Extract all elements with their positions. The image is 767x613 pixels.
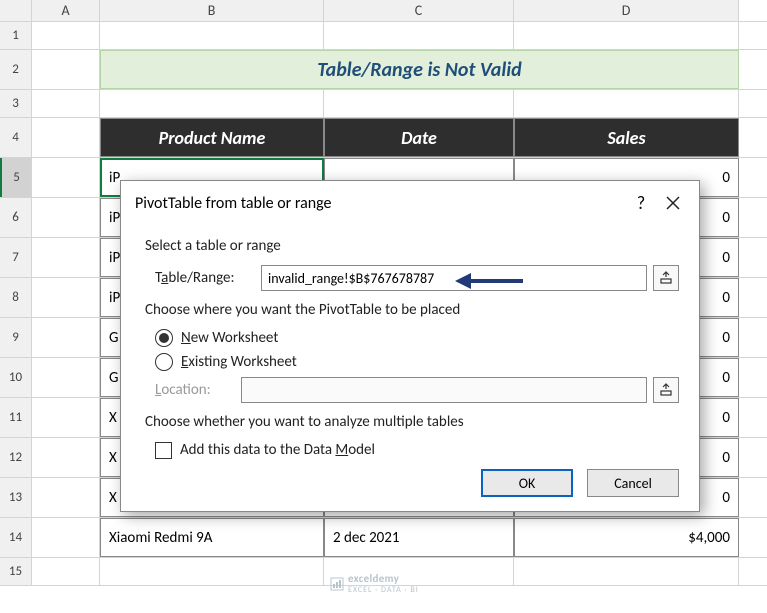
row-header-5[interactable]: 5	[0, 158, 32, 197]
cell-C3[interactable]	[324, 90, 514, 117]
cell-A4[interactable]	[32, 118, 100, 157]
section-analyze: Choose whether you want to analyze multi…	[145, 413, 679, 431]
help-button[interactable]: ?	[625, 189, 657, 217]
cell-C14[interactable]: 2 dec 2021	[324, 518, 514, 557]
cell-B3[interactable]	[100, 90, 324, 117]
arrow-icon	[455, 270, 525, 292]
row-header-6[interactable]: 6	[0, 198, 32, 237]
row-3: 3	[0, 90, 767, 118]
radio-new-worksheet-label: New Worksheet	[181, 329, 278, 347]
checkbox-icon	[155, 442, 172, 459]
header-product[interactable]: Product Name	[100, 118, 324, 157]
cell-A5[interactable]	[32, 158, 100, 197]
radio-icon	[155, 329, 173, 347]
header-sales[interactable]: Sales	[514, 118, 739, 157]
cell-B15[interactable]	[100, 558, 324, 585]
cell-A2[interactable]	[32, 50, 100, 89]
header-date[interactable]: Date	[324, 118, 514, 157]
watermark: exceldemy EXCEL · DATA · BI	[330, 572, 419, 595]
cell-D15[interactable]	[514, 558, 739, 585]
row-header-1[interactable]: 1	[0, 22, 32, 49]
cell-A8[interactable]	[32, 278, 100, 317]
cell-B14[interactable]: Xiaomi Redmi 9A	[100, 518, 324, 557]
cell-A10[interactable]	[32, 358, 100, 397]
col-header-C[interactable]: C	[324, 0, 514, 21]
cell-D1[interactable]	[514, 22, 739, 49]
row-header-13[interactable]: 13	[0, 478, 32, 517]
row-header-10[interactable]: 10	[0, 358, 32, 397]
row-header-2[interactable]: 2	[0, 50, 32, 89]
collapse-range-button[interactable]	[653, 265, 679, 291]
col-header-D[interactable]: D	[514, 0, 739, 21]
table-range-label: Table/Range:	[155, 269, 255, 287]
location-input	[241, 377, 647, 403]
row-header-15[interactable]: 15	[0, 558, 32, 585]
cell-A7[interactable]	[32, 238, 100, 277]
cancel-button[interactable]: Cancel	[587, 469, 679, 497]
radio-existing-worksheet-label: Existing Worksheet	[181, 353, 297, 371]
radio-new-worksheet[interactable]: New Worksheet	[155, 329, 679, 347]
cell-C1[interactable]	[324, 22, 514, 49]
col-header-A[interactable]: A	[32, 0, 100, 21]
row-4: 4 Product Name Date Sales	[0, 118, 767, 158]
title-banner[interactable]: Table/Range is Not Valid	[100, 50, 739, 89]
ok-button[interactable]: OK	[481, 469, 573, 497]
range-selector-icon	[659, 383, 673, 397]
cell-A3[interactable]	[32, 90, 100, 117]
row-header-8[interactable]: 8	[0, 278, 32, 317]
collapse-location-button[interactable]	[653, 377, 679, 403]
close-button[interactable]	[657, 189, 689, 217]
row-header-14[interactable]: 14	[0, 518, 32, 557]
cell-A13[interactable]	[32, 478, 100, 517]
watermark-brand: exceldemy	[348, 572, 419, 585]
row-header-9[interactable]: 9	[0, 318, 32, 357]
row-2: 2 Table/Range is Not Valid	[0, 50, 767, 90]
col-header-B[interactable]: B	[100, 0, 324, 21]
watermark-tagline: EXCEL · DATA · BI	[348, 585, 419, 595]
radio-icon	[155, 353, 173, 371]
logo-icon	[330, 577, 344, 591]
checkbox-data-model[interactable]: Add this data to the Data Model	[155, 441, 679, 459]
cell-D14[interactable]: $4,000	[514, 518, 739, 557]
cell-A15[interactable]	[32, 558, 100, 585]
cell-A1[interactable]	[32, 22, 100, 49]
range-selector-icon	[659, 271, 673, 285]
select-all-corner[interactable]	[0, 0, 32, 21]
cell-A11[interactable]	[32, 398, 100, 437]
cell-A9[interactable]	[32, 318, 100, 357]
close-icon	[666, 196, 680, 210]
cell-A6[interactable]	[32, 198, 100, 237]
cell-D3[interactable]	[514, 90, 739, 117]
cell-A12[interactable]	[32, 438, 100, 477]
row-14: 14 Xiaomi Redmi 9A 2 dec 2021 $4,000	[0, 518, 767, 558]
dialog-titlebar[interactable]: PivotTable from table or range ?	[121, 181, 699, 225]
row-header-12[interactable]: 12	[0, 438, 32, 477]
row-header-7[interactable]: 7	[0, 238, 32, 277]
column-headers-row: A B C D	[0, 0, 767, 22]
checkbox-data-model-label: Add this data to the Data Model	[180, 441, 375, 459]
cell-B1[interactable]	[100, 22, 324, 49]
row-header-11[interactable]: 11	[0, 398, 32, 437]
cell-A14[interactable]	[32, 518, 100, 557]
annotation-arrow	[455, 270, 525, 297]
row-header-3[interactable]: 3	[0, 90, 32, 117]
table-range-input[interactable]	[261, 265, 647, 291]
section-select-range: Select a table or range	[145, 237, 679, 255]
location-label: Location:	[155, 381, 235, 399]
row-header-4[interactable]: 4	[0, 118, 32, 157]
section-placement: Choose where you want the PivotTable to …	[145, 301, 679, 319]
row-1: 1	[0, 22, 767, 50]
pivottable-dialog: PivotTable from table or range ? Select …	[120, 180, 700, 512]
radio-existing-worksheet[interactable]: Existing Worksheet	[155, 353, 679, 371]
dialog-title: PivotTable from table or range	[135, 194, 625, 213]
